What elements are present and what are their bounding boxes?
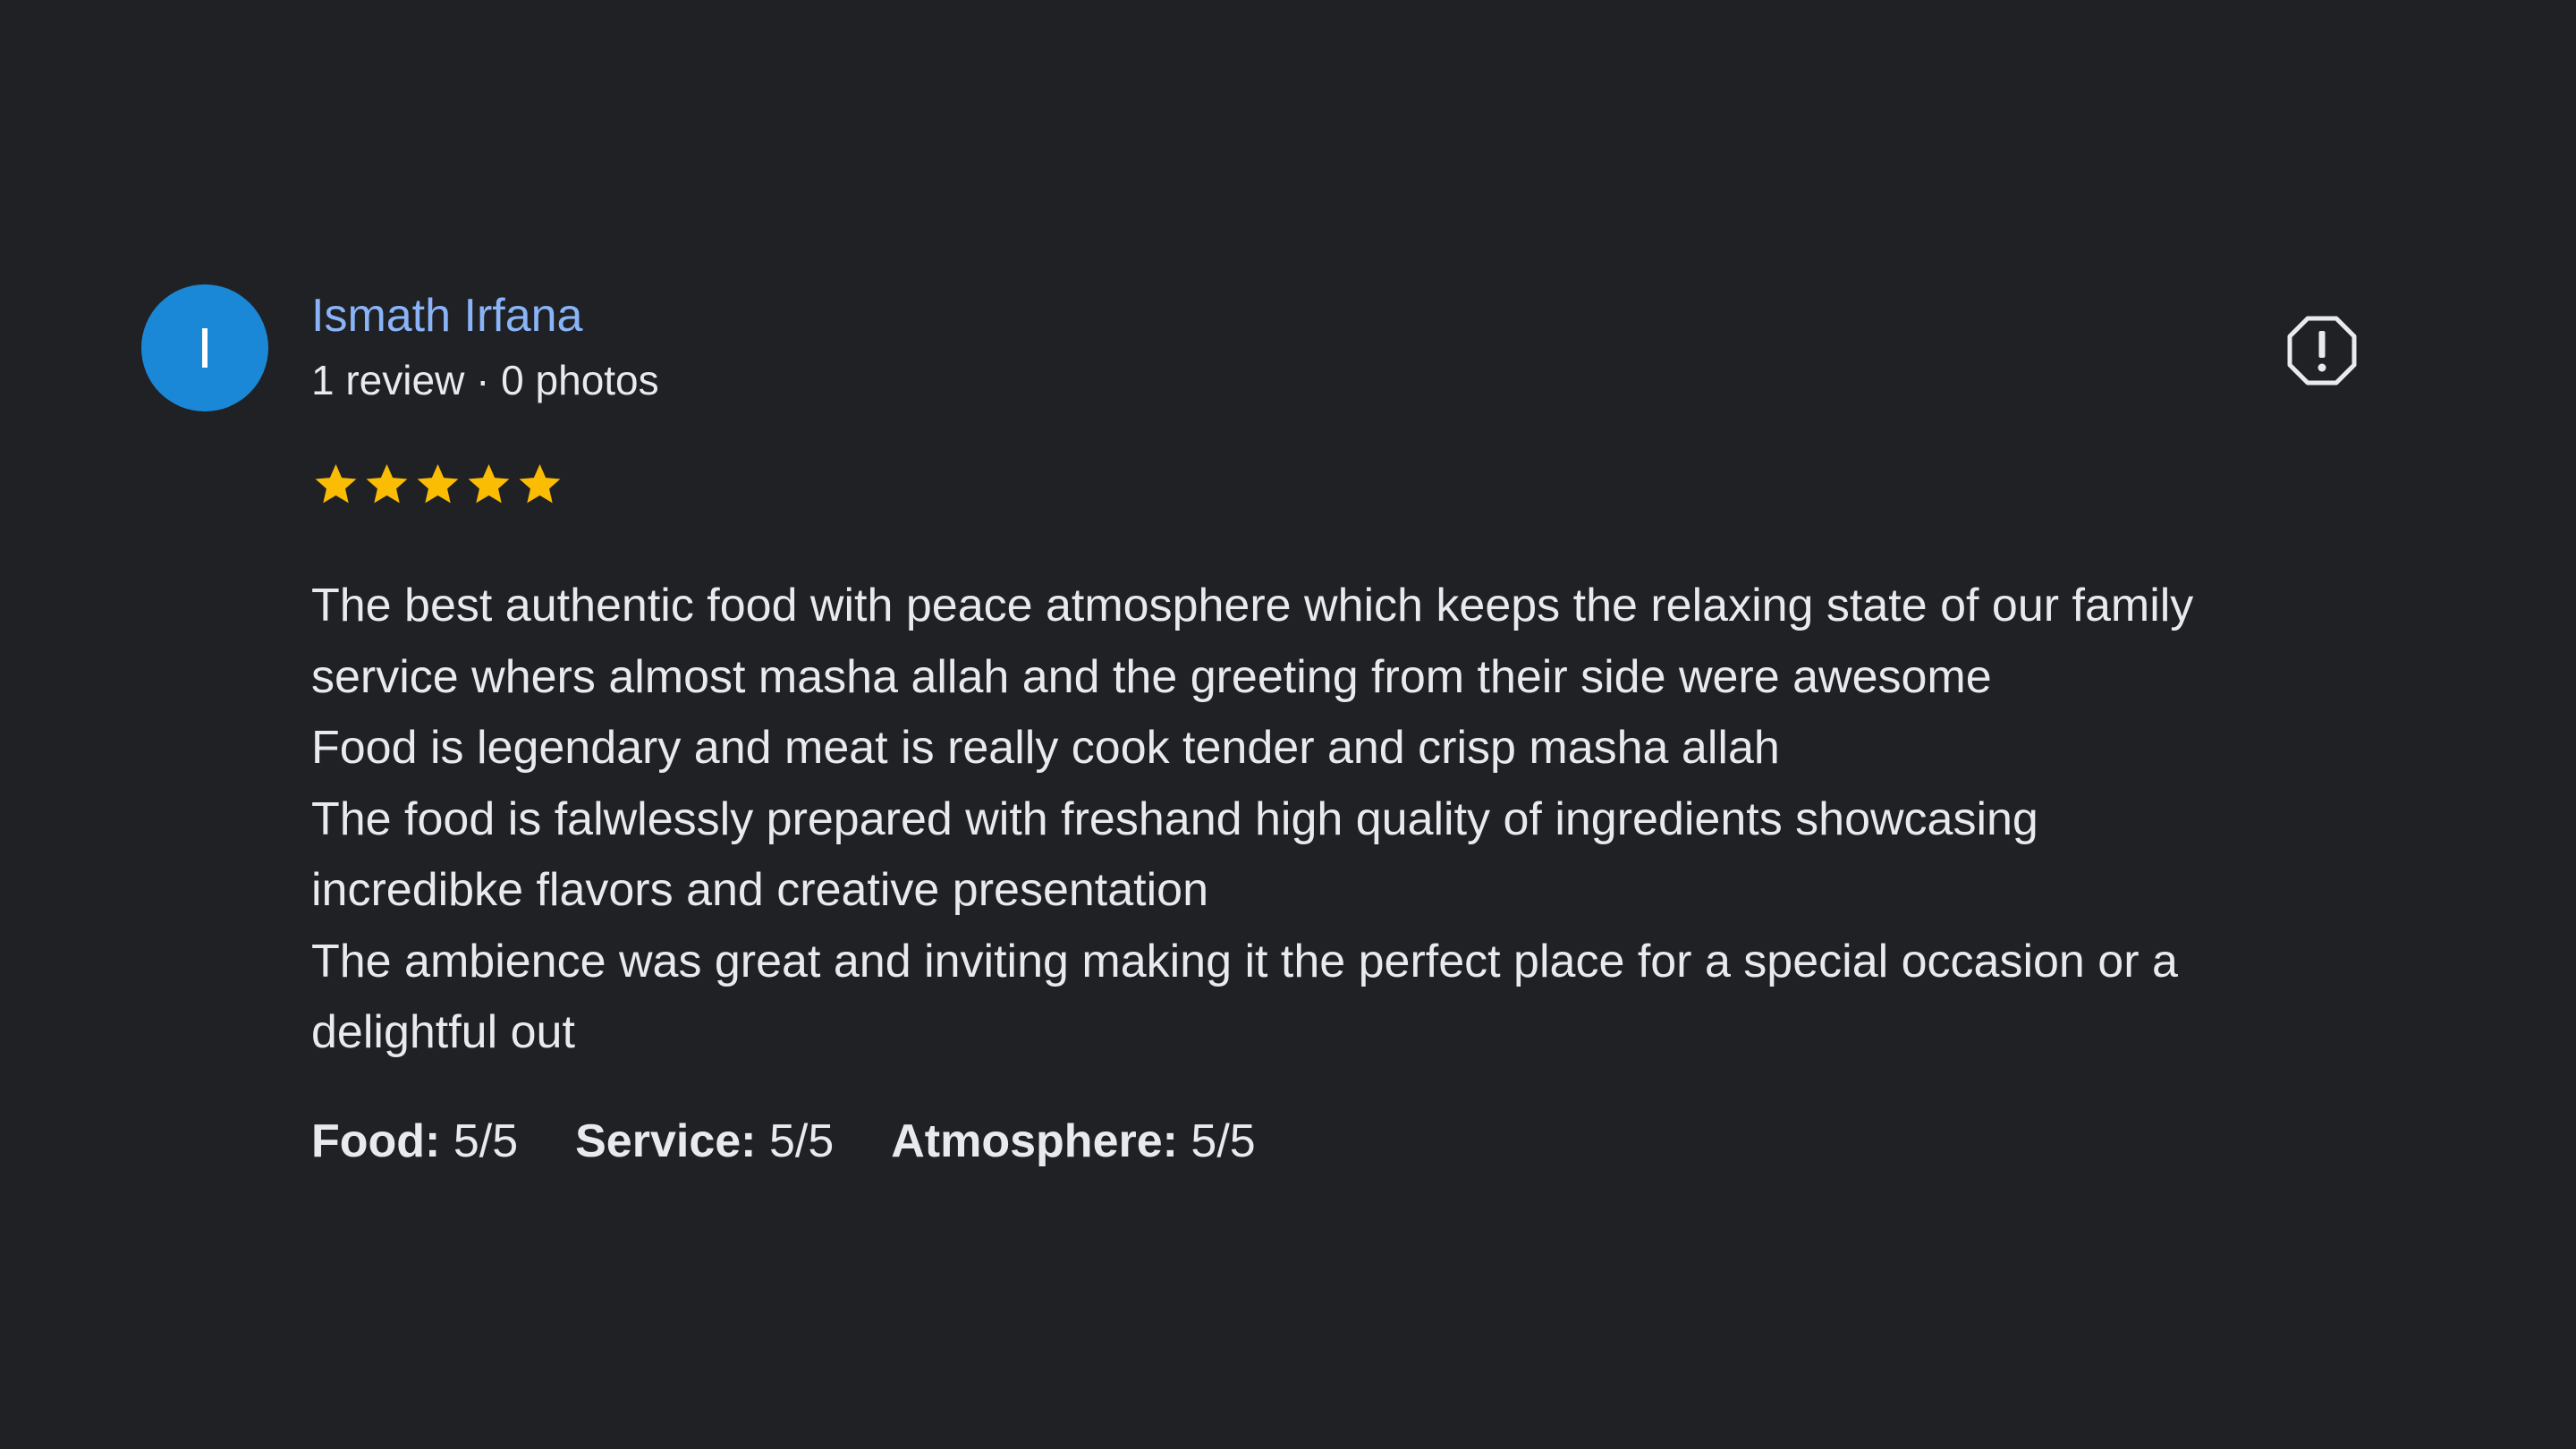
star-icon <box>519 464 561 504</box>
rating-value: 5/5 <box>453 1115 519 1167</box>
review-text-line: The ambience was great and inviting maki… <box>311 935 2178 987</box>
rating-service: Service: 5/5 <box>575 1106 834 1177</box>
rating-atmosphere: Atmosphere: 5/5 <box>891 1106 1255 1177</box>
star-icon <box>366 464 408 504</box>
rating-food: Food: 5/5 <box>311 1106 518 1177</box>
review-header: I Ismath Irfana 1 review · 0 photos <box>141 284 2431 411</box>
review-text-line: The food is falwlessly prepared with fre… <box>311 792 2038 845</box>
review-text-line: incredibke flavors and creative presenta… <box>311 864 1209 916</box>
star-icon <box>417 464 459 504</box>
star-rating <box>311 460 564 509</box>
review-text: The best authentic food with peace atmos… <box>311 571 2576 1069</box>
avatar[interactable]: I <box>141 284 268 411</box>
star-icon <box>315 464 357 504</box>
reviewer-name-link[interactable]: Ismath Irfana <box>311 284 659 347</box>
review-text-line: Food is legendary and meat is really coo… <box>311 722 1780 774</box>
rating-label: Atmosphere: <box>891 1115 1178 1167</box>
review-card: I Ismath Irfana 1 review · 0 photos The … <box>141 284 2431 1167</box>
reviewer-meta: 1 review · 0 photos <box>311 357 659 403</box>
rating-value: 5/5 <box>768 1115 835 1167</box>
rating-label: Service: <box>575 1115 757 1167</box>
attribute-ratings: Food: 5/5 Service: 5/5 Atmosphere: 5/5 <box>311 1106 1313 1177</box>
rating-label: Food: <box>311 1115 441 1167</box>
review-text-line: The best authentic food with peace atmos… <box>311 580 2194 631</box>
avatar-letter: I <box>197 316 213 380</box>
review-text-line: delightful out <box>311 1006 575 1058</box>
star-icon <box>468 464 510 504</box>
review-text-line: service whers almost masha allah and the… <box>311 650 1992 703</box>
report-flag-icon[interactable] <box>2286 315 2358 386</box>
rating-value: 5/5 <box>1191 1115 1256 1167</box>
reviewer-info: Ismath Irfana 1 review · 0 photos <box>311 284 659 411</box>
